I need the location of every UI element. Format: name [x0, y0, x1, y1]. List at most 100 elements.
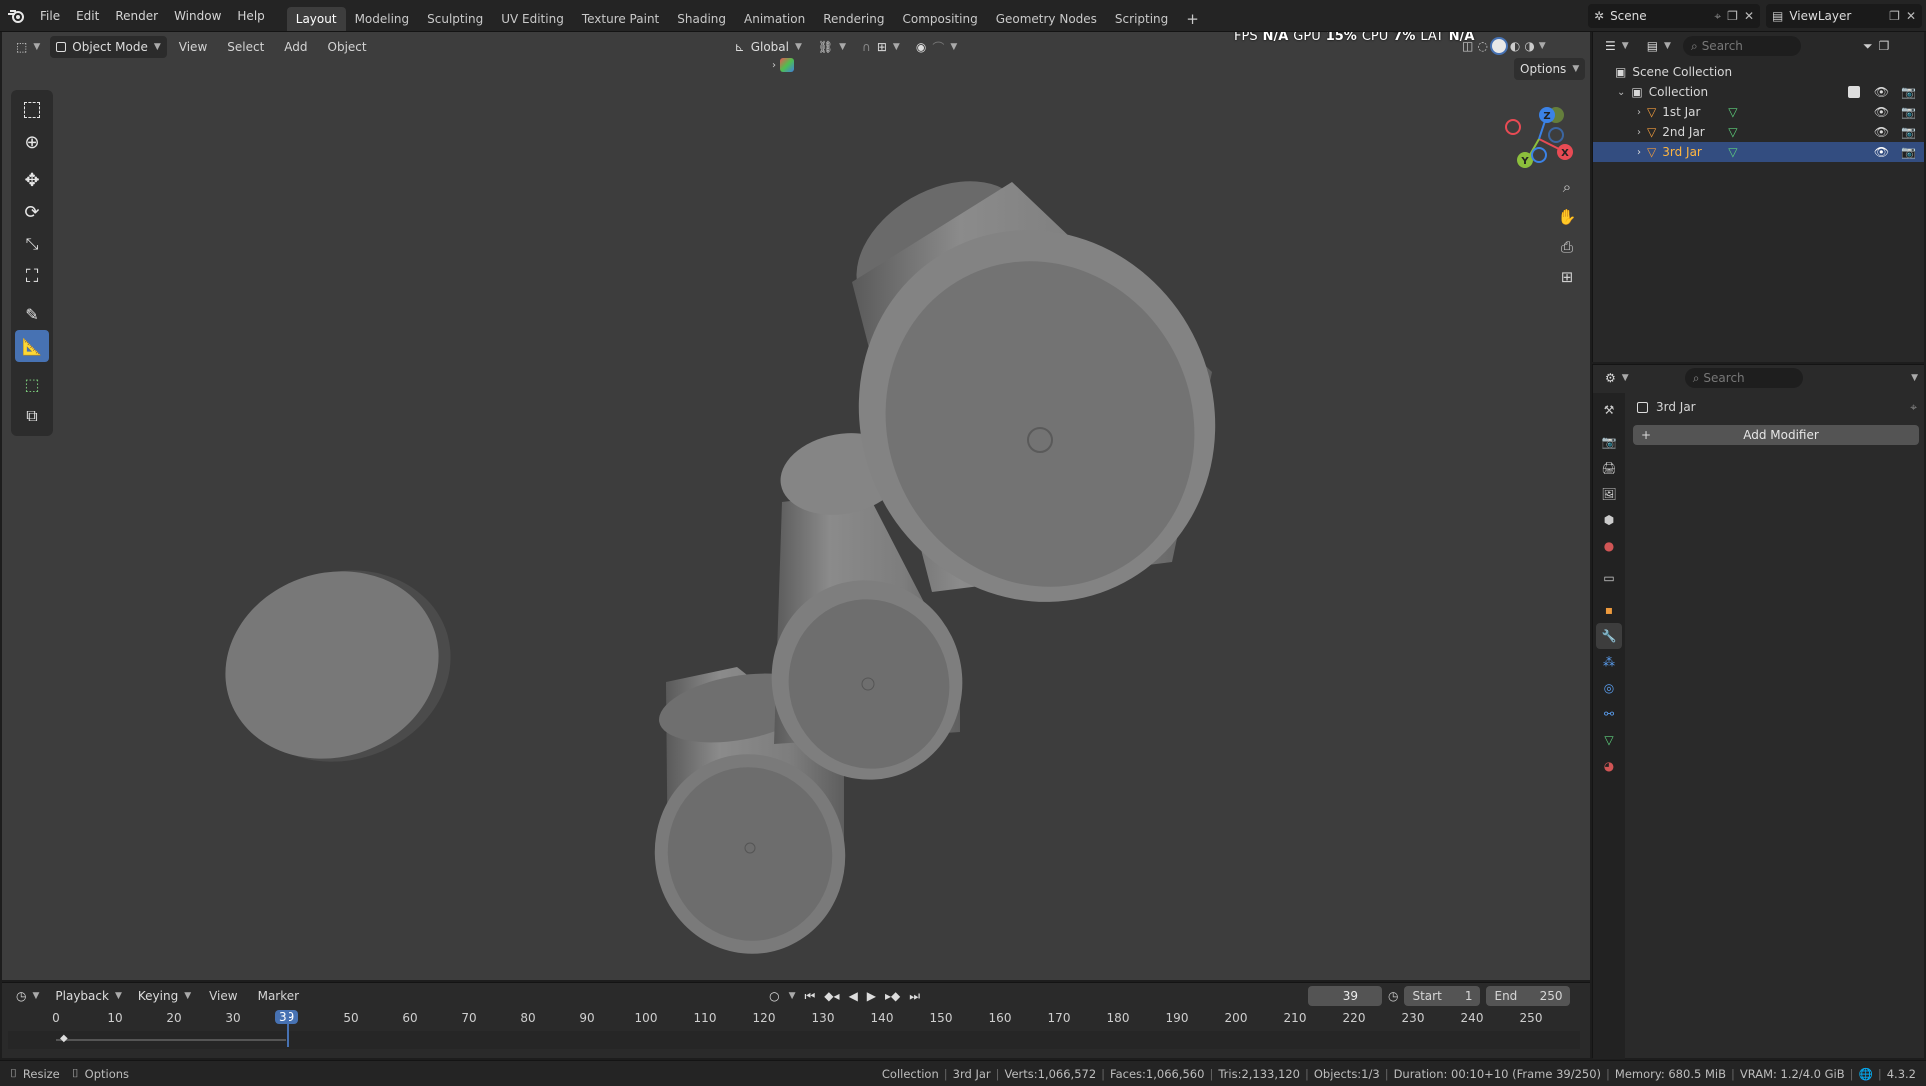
- new-view-layer-icon[interactable]: ❐: [1889, 9, 1900, 23]
- outliner-object-row[interactable]: › ▽ 1st Jar ▽ 👁 📷: [1593, 102, 1924, 122]
- scene-name[interactable]: Scene: [1610, 9, 1708, 23]
- tab-tool-icon[interactable]: ⚒: [1596, 397, 1622, 423]
- timeline-menu-view[interactable]: View: [201, 985, 245, 1007]
- mesh-data-icon[interactable]: ▽: [1728, 145, 1868, 159]
- add-modifier-button[interactable]: + Add Modifier: [1633, 425, 1919, 445]
- display-mode-selector[interactable]: ▤ ▼: [1641, 35, 1677, 57]
- expand-chevron-icon[interactable]: ›: [1637, 107, 1641, 118]
- jump-end-icon[interactable]: ⏭: [909, 989, 920, 1004]
- visibility-eye-icon[interactable]: 👁: [1874, 105, 1889, 119]
- timeline-editor-type[interactable]: ◷ ▼: [10, 985, 45, 1007]
- render-camera-icon[interactable]: 📷: [1901, 125, 1916, 139]
- new-collection-icon[interactable]: ❐: [1879, 39, 1890, 53]
- tab-render-icon[interactable]: 📷: [1596, 429, 1622, 455]
- options-chevron-icon[interactable]: ▼: [1911, 373, 1918, 383]
- tab-scene-icon[interactable]: ⬢: [1596, 507, 1622, 533]
- render-camera-icon[interactable]: 📷: [1901, 85, 1916, 99]
- tab-output-icon[interactable]: 🖨: [1596, 455, 1622, 481]
- timeline-menu-playback[interactable]: Playback ▼: [49, 985, 127, 1007]
- tab-physics-icon[interactable]: ◎: [1596, 675, 1622, 701]
- tab-texture-paint[interactable]: Texture Paint: [573, 7, 668, 31]
- outliner-object-row-selected[interactable]: › ▽ 3rd Jar ▽ 👁 📷: [1593, 142, 1924, 162]
- render-camera-icon[interactable]: 📷: [1901, 145, 1916, 159]
- new-scene-icon[interactable]: ❐: [1727, 9, 1738, 23]
- start-frame-field[interactable]: Start 1: [1404, 986, 1481, 1006]
- visibility-eye-icon[interactable]: 👁: [1874, 125, 1889, 139]
- prev-keyframe-icon[interactable]: ◆◂: [824, 989, 839, 1003]
- visibility-eye-icon[interactable]: 👁: [1874, 145, 1889, 159]
- tab-collection-icon[interactable]: ▭: [1596, 565, 1622, 591]
- tab-layout[interactable]: Layout: [286, 7, 346, 31]
- outliner-search[interactable]: ⌕ Search: [1682, 36, 1801, 56]
- keyframe-diamond-icon[interactable]: ◆: [60, 1033, 68, 1044]
- pan-hand-icon[interactable]: ✋: [1554, 202, 1580, 232]
- gizmo-neg-y-handle[interactable]: [1548, 127, 1564, 143]
- filter-icon[interactable]: ⏷: [1863, 39, 1873, 54]
- lid-object[interactable]: [201, 543, 476, 790]
- tab-world-icon[interactable]: ●: [1596, 533, 1622, 559]
- play-reverse-icon[interactable]: ◀: [849, 989, 858, 1003]
- menu-render[interactable]: Render: [107, 5, 166, 27]
- tab-data-icon[interactable]: ▽: [1596, 727, 1622, 753]
- tab-scripting[interactable]: Scripting: [1106, 7, 1177, 31]
- view-layer-selector[interactable]: ▤ ViewLayer ❐ ✕: [1766, 4, 1922, 28]
- tab-modifiers-icon[interactable]: 🔧: [1596, 623, 1622, 649]
- mesh-data-icon[interactable]: ▽: [1728, 105, 1868, 119]
- tab-rendering[interactable]: Rendering: [814, 7, 893, 31]
- tab-shading[interactable]: Shading: [668, 7, 735, 31]
- tab-particles-icon[interactable]: ⁂: [1596, 649, 1622, 675]
- close-icon[interactable]: ✕: [1906, 9, 1916, 23]
- scene-collection-row[interactable]: ▣ Scene Collection: [1593, 62, 1924, 82]
- tab-geometry-nodes[interactable]: Geometry Nodes: [987, 7, 1106, 31]
- network-globe-icon[interactable]: 🌐: [1859, 1067, 1873, 1081]
- collection-row[interactable]: ⌄ ▣ Collection 👁 📷: [1593, 82, 1924, 102]
- playhead-line[interactable]: [287, 1011, 289, 1047]
- exclude-checkbox[interactable]: [1847, 86, 1860, 98]
- play-icon[interactable]: ▶: [867, 989, 876, 1003]
- tab-animation[interactable]: Animation: [735, 7, 814, 31]
- camera-view-icon[interactable]: ⎙: [1554, 232, 1580, 262]
- expand-chevron-icon[interactable]: ›: [1637, 147, 1641, 158]
- gizmo-neg-x-handle[interactable]: [1505, 119, 1521, 135]
- properties-editor-type[interactable]: ⚙ ▼: [1599, 367, 1635, 389]
- mesh-data-icon[interactable]: ▽: [1728, 125, 1868, 139]
- tab-modeling[interactable]: Modeling: [346, 7, 419, 31]
- outliner-object-row[interactable]: › ▽ 2nd Jar ▽ 👁 📷: [1593, 122, 1924, 142]
- view-layer-name[interactable]: ViewLayer: [1789, 9, 1883, 23]
- timeline-menu-marker[interactable]: Marker: [250, 985, 307, 1007]
- tab-uv-editing[interactable]: UV Editing: [492, 7, 573, 31]
- gizmo-neg-z-handle[interactable]: [1531, 147, 1547, 163]
- menu-help[interactable]: Help: [229, 5, 272, 27]
- timeline-ruler[interactable]: 0 10 20 30 50 60 70 80 90 100 110 120 13…: [2, 1010, 1590, 1029]
- outliner-editor-type[interactable]: ☰ ▼: [1599, 35, 1635, 57]
- pin-icon[interactable]: ⌖: [1714, 9, 1721, 24]
- scene-selector[interactable]: ✲ Scene ⌖ ❐ ✕: [1588, 4, 1760, 28]
- tab-compositing[interactable]: Compositing: [893, 7, 986, 31]
- tab-object-icon[interactable]: ▪: [1596, 597, 1622, 623]
- end-frame-field[interactable]: End 250: [1486, 986, 1571, 1006]
- next-keyframe-icon[interactable]: ▸◆: [885, 989, 900, 1003]
- scene-render[interactable]: [2, 32, 1590, 980]
- menu-window[interactable]: Window: [166, 5, 229, 27]
- viewport-3d[interactable]: ⬚ ▼ Object Mode ▼ View Select Add Object ⊾…: [2, 32, 1590, 980]
- use-preview-range-icon[interactable]: ◷: [1388, 989, 1398, 1003]
- visibility-eye-icon[interactable]: 👁: [1874, 85, 1889, 99]
- render-camera-icon[interactable]: 📷: [1901, 105, 1916, 119]
- tab-material-icon[interactable]: ◕: [1596, 753, 1622, 779]
- blender-logo-icon[interactable]: [0, 0, 32, 32]
- tab-view-layer-icon[interactable]: 🖼: [1596, 481, 1622, 507]
- close-icon[interactable]: ✕: [1744, 9, 1754, 23]
- tab-sculpting[interactable]: Sculpting: [418, 7, 492, 31]
- jump-start-icon[interactable]: ⏮: [804, 989, 815, 1004]
- properties-search[interactable]: ⌕ Search: [1684, 368, 1803, 388]
- add-workspace-button[interactable]: +: [1177, 7, 1208, 31]
- timeline-menu-keying[interactable]: Keying ▼: [132, 985, 197, 1007]
- tab-constraints-icon[interactable]: ⚯: [1596, 701, 1622, 727]
- menu-edit[interactable]: Edit: [68, 5, 107, 27]
- auto-keying-icon[interactable]: ○: [769, 989, 779, 1003]
- collapse-chevron-icon[interactable]: ⌄: [1617, 87, 1625, 98]
- auto-key-chevron-icon[interactable]: ▼: [789, 991, 796, 1001]
- timeline-track[interactable]: ◆: [8, 1011, 1580, 1049]
- navigation-gizmo[interactable]: X Z Y: [1499, 97, 1579, 177]
- menu-file[interactable]: File: [32, 5, 68, 27]
